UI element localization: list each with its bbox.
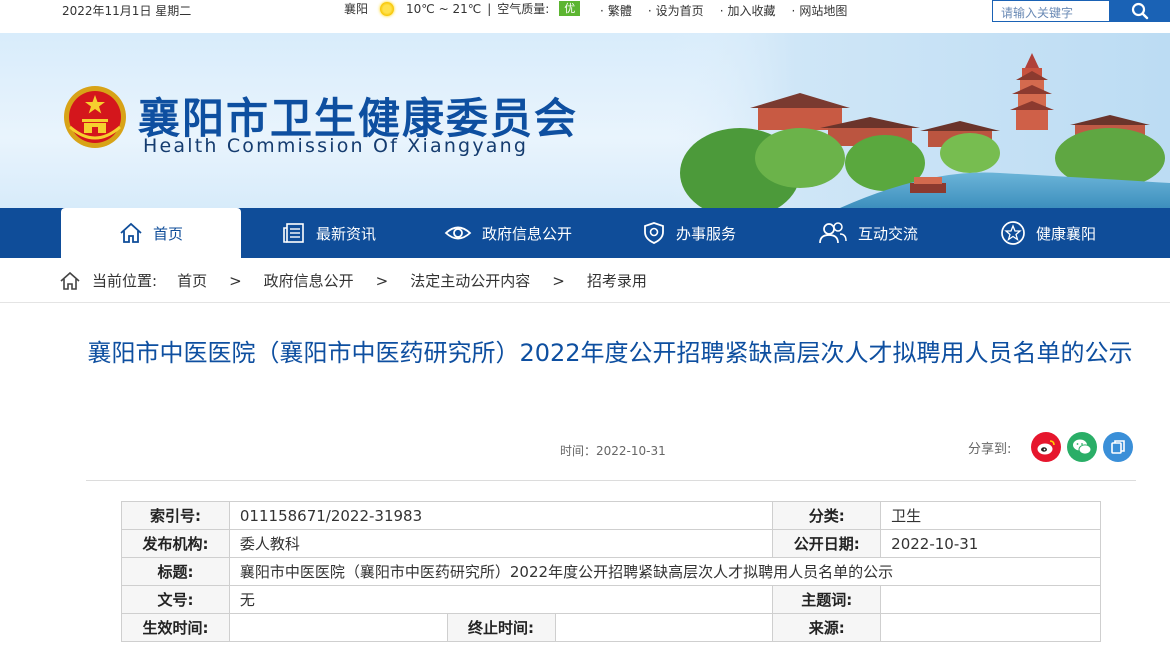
article-time: 时间：2022-10-31 [560, 444, 666, 458]
weather-temp: 10℃ ~ 21℃ [406, 1, 482, 16]
add-favorite-link[interactable]: 加入收藏 [720, 2, 776, 19]
shield-icon [644, 222, 664, 244]
current-date: 2022年11月1日 星期二 [62, 4, 192, 18]
weibo-icon [1037, 440, 1055, 455]
docno-value: 无 [228, 585, 774, 614]
table-row: 生效时间: 终止时间: 来源: [121, 613, 1101, 642]
pubdate-value: 2022-10-31 [880, 529, 1101, 558]
document-info-table: 索引号: 011158671/2022-31983 分类: 卫生 发布机构: 委… [121, 501, 1102, 642]
breadcrumb-statutory[interactable]: 法定主动公开内容 [410, 270, 530, 291]
effective-label: 生效时间: [121, 613, 230, 642]
search-icon [1131, 2, 1149, 20]
title-label: 标题: [121, 557, 230, 586]
table-row: 标题: 襄阳市中医医院（襄阳市中医药研究所）2022年度公开招聘紧缺高层次人才拟… [121, 557, 1102, 586]
nav-item-home[interactable]: 首页 [61, 208, 241, 258]
subject-label: 主题词: [772, 585, 882, 614]
breadcrumb-separator: > [229, 271, 242, 290]
star-icon [1001, 221, 1025, 245]
publisher-value: 委人教科 [228, 529, 774, 558]
copy-icon [1111, 440, 1125, 454]
more-share-button[interactable] [1103, 432, 1133, 462]
category-value: 卫生 [880, 501, 1101, 530]
top-bar: 2022年11月1日 星期二 襄阳 10℃ ~ 21℃ | 空气质量: 优 繁體… [0, 0, 1170, 22]
subject-value [880, 585, 1101, 614]
breadcrumb-separator: > [375, 271, 389, 290]
main-nav: 首页 最新资讯 政府信息公开 办事服务 互动交流 健康襄阳 [0, 208, 1170, 258]
nav-label-interaction: 互动交流 [858, 224, 919, 243]
nav-label-gov-info: 政府信息公开 [482, 224, 573, 243]
air-quality-badge: 优 [559, 1, 581, 16]
national-emblem-icon [64, 86, 126, 148]
nav-item-healthy-xiangyang[interactable]: 健康襄阳 [1000, 208, 1096, 258]
sun-icon [380, 1, 395, 16]
city-scene-image [670, 33, 1170, 208]
docno-label: 文号: [121, 585, 230, 614]
set-homepage-link[interactable]: 设为首页 [648, 2, 704, 19]
divider [86, 480, 1136, 481]
table-row: 文号: 无 主题词: [121, 585, 1101, 614]
title-value: 襄阳市中医医院（襄阳市中医药研究所）2022年度公开招聘紧缺高层次人才拟聘用人员… [228, 557, 1102, 586]
news-icon [283, 223, 304, 243]
home-icon [120, 222, 142, 243]
breadcrumb-separator: > [552, 271, 565, 290]
pubdate-label: 公开日期: [772, 529, 882, 558]
share-label: 分享到: [968, 442, 1012, 457]
source-label: 来源: [772, 613, 882, 642]
breadcrumb-gov-info[interactable]: 政府信息公开 [264, 270, 354, 291]
nav-label-home: 首页 [152, 224, 183, 243]
wechat-share-button[interactable] [1067, 432, 1097, 462]
nav-item-services[interactable]: 办事服务 [642, 208, 736, 258]
weather-widget: 襄阳 10℃ ~ 21℃ | 空气质量: 优 [344, 0, 581, 17]
home-icon [60, 271, 80, 290]
weather-divider: | [487, 1, 492, 16]
source-value [880, 613, 1101, 642]
eye-icon [444, 226, 472, 240]
table-row: 索引号: 011158671/2022-31983 分类: 卫生 [121, 501, 1101, 530]
category-label: 分类: [772, 501, 882, 530]
traditional-chinese-link[interactable]: 繁體 [600, 2, 632, 19]
table-row: 发布机构: 委人教科 公开日期: 2022-10-31 [121, 529, 1101, 558]
nav-item-gov-info[interactable]: 政府信息公开 [444, 208, 572, 258]
nav-label-services: 办事服务 [676, 224, 737, 243]
index-value: 011158671/2022-31983 [228, 501, 774, 530]
site-subtitle: Health Commission Of Xiangyang [143, 135, 529, 157]
sitemap-link[interactable]: 网站地图 [792, 2, 847, 19]
weibo-share-button[interactable] [1031, 432, 1061, 462]
nav-item-news[interactable]: 最新资讯 [282, 208, 376, 258]
nav-item-interaction[interactable]: 互动交流 [818, 208, 918, 258]
weather-city: 襄阳 [344, 2, 369, 16]
nav-label-healthy-xiangyang: 健康襄阳 [1036, 224, 1097, 243]
top-links: 繁體 设为首页 加入收藏 网站地图 [600, 2, 848, 19]
article-title: 襄阳市中医医院（襄阳市中医药研究所）2022年度公开招聘紧缺高层次人才拟聘用人员… [87, 339, 1133, 367]
people-icon [819, 222, 847, 244]
expiry-label: 终止时间: [446, 613, 556, 642]
search-button[interactable] [1110, 0, 1170, 22]
breadcrumb: 当前位置: 首页 > 政府信息公开 > 法定主动公开内容 > 招考录用 [60, 270, 647, 291]
header-banner: 襄阳市卫生健康委员会 Health Commission Of Xiangyan… [0, 33, 1170, 208]
expiry-value [554, 613, 774, 642]
breadcrumb-prefix: 当前位置: [92, 272, 158, 290]
publisher-label: 发布机构: [121, 529, 230, 558]
breadcrumb-recruitment[interactable]: 招考录用 [587, 270, 647, 291]
effective-value [228, 613, 448, 642]
air-quality-label: 空气质量: [497, 2, 550, 16]
divider [0, 302, 1170, 303]
wechat-icon [1073, 439, 1092, 455]
breadcrumb-home[interactable]: 首页 [177, 270, 207, 291]
search-input[interactable]: 请输入关键字 [992, 0, 1110, 22]
index-label: 索引号: [121, 501, 230, 530]
nav-label-news: 最新资讯 [316, 224, 377, 243]
